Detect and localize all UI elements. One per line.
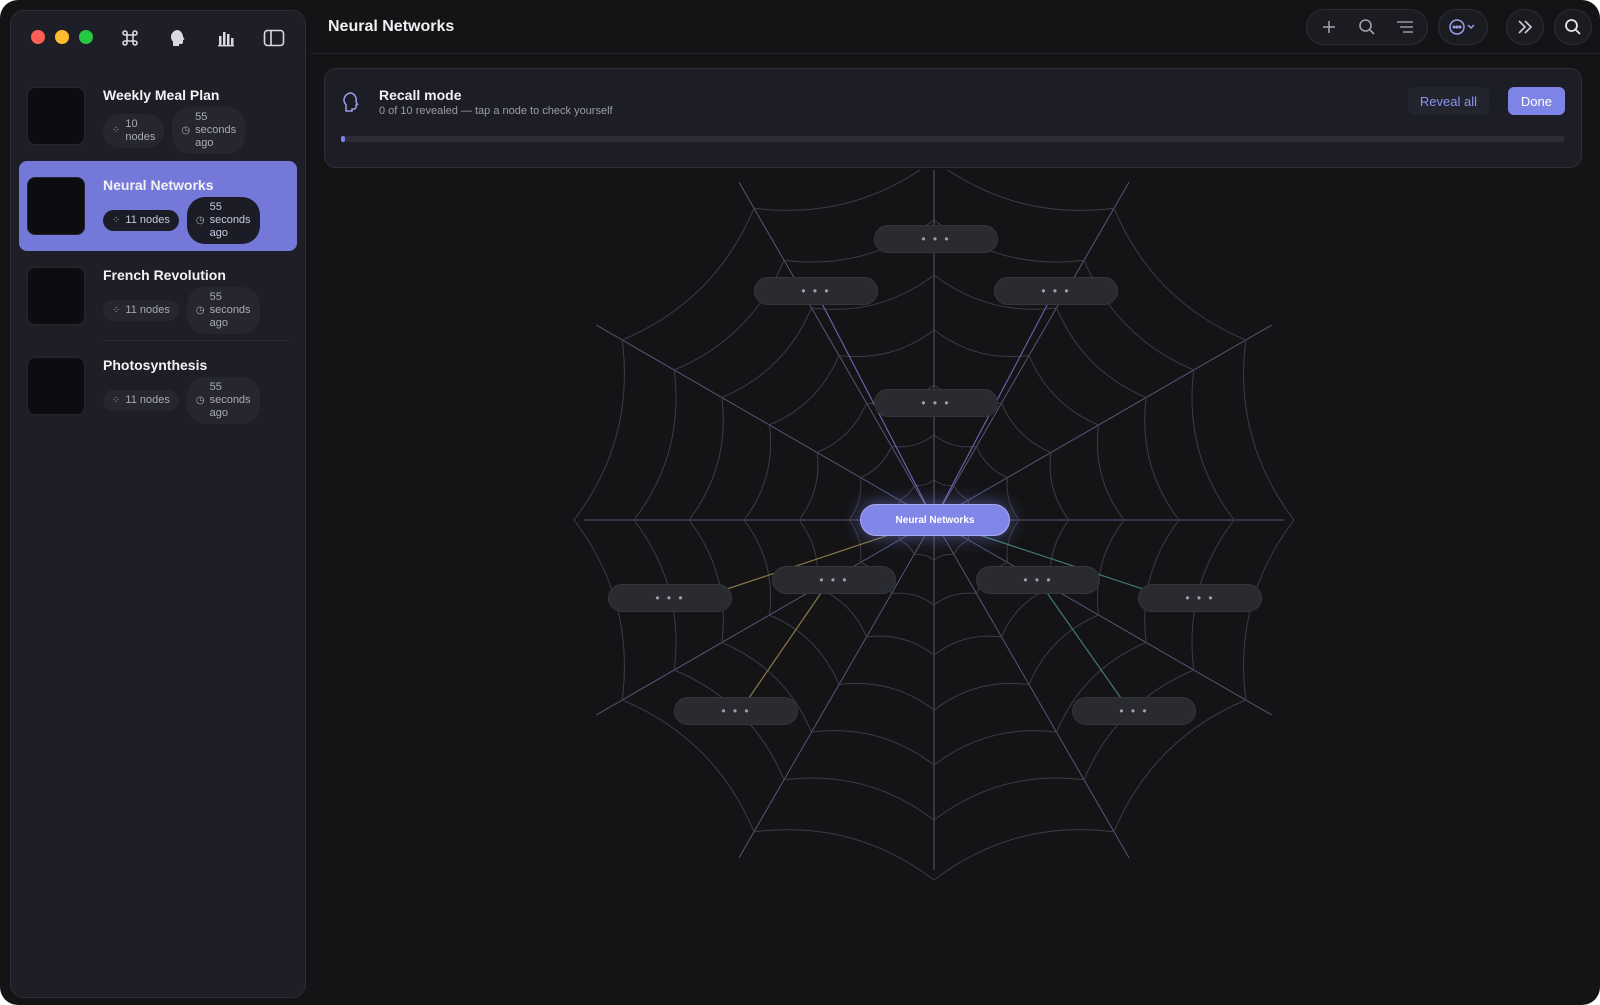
node-count-badge: ⁘ 11 nodes	[103, 210, 179, 231]
close-window-button[interactable]	[31, 30, 45, 44]
map-meta: ⁘ 11 nodes ◷ 55 seconds ago	[103, 287, 260, 334]
web-background	[573, 170, 1295, 881]
zoom-window-button[interactable]	[79, 30, 93, 44]
recall-progress-bar	[341, 136, 1565, 142]
map-thumbnail	[27, 177, 85, 235]
map-title: Weekly Meal Plan	[103, 87, 220, 103]
command-icon[interactable]	[117, 25, 143, 51]
brain-head-icon[interactable]	[165, 25, 191, 51]
recall-title: Recall mode	[379, 87, 462, 103]
node-count: 11 nodes	[125, 304, 170, 316]
search-icon[interactable]	[1559, 13, 1587, 41]
stats-icon[interactable]	[213, 25, 239, 51]
chevron-double-right-icon[interactable]	[1511, 13, 1539, 41]
nodes-icon: ⁘	[112, 215, 121, 226]
map-thumbnail	[27, 357, 85, 415]
time-suffix: ago	[209, 317, 228, 329]
node-count: 11 nodes	[125, 394, 170, 406]
time-unit: seconds	[195, 124, 237, 136]
hidden-node[interactable]: • • •	[772, 566, 896, 594]
map-title: Neural Networks	[103, 177, 214, 193]
find-button[interactable]	[1353, 13, 1381, 41]
mind-map-canvas[interactable]: • • • • • • • • • • • • • • • • • • • • …	[310, 170, 1600, 1005]
hidden-node[interactable]: • • •	[1138, 584, 1262, 612]
brain-head-icon	[341, 91, 363, 113]
nodes-icon: ⁘	[112, 125, 121, 136]
hidden-node[interactable]: • • •	[874, 389, 998, 417]
hidden-node[interactable]: • • •	[994, 277, 1118, 305]
app-window: Weekly Meal Plan ⁘ 10 nodes ◷ 55 seconds…	[0, 0, 1600, 1005]
time-value: 55	[209, 381, 222, 393]
time-unit: seconds	[209, 304, 251, 316]
map-meta: ⁘ 10 nodes ◷ 55 seconds ago	[103, 107, 246, 154]
updated-badge: ◷ 55 seconds ago	[172, 107, 246, 154]
clock-icon: ◷	[181, 125, 191, 136]
reveal-all-button[interactable]: Reveal all	[1407, 87, 1489, 115]
recall-panel: Recall mode 0 of 10 revealed — tap a nod…	[324, 68, 1582, 168]
edge-line	[739, 579, 831, 712]
map-thumbnail	[27, 267, 85, 325]
hidden-node[interactable]: • • •	[976, 566, 1100, 594]
updated-badge: ◷ 55 seconds ago	[186, 197, 260, 244]
page-title: Neural Networks	[328, 18, 455, 35]
sidebar-toolbar	[117, 25, 287, 51]
search-group	[1554, 9, 1592, 45]
recall-progress-fill	[341, 136, 345, 142]
node-count-badge: ⁘ 10 nodes	[103, 113, 165, 148]
time-value: 55	[209, 201, 222, 213]
add-node-button[interactable]	[1315, 13, 1343, 41]
sidebar: Weekly Meal Plan ⁘ 10 nodes ◷ 55 seconds…	[10, 10, 306, 998]
node-count-unit: nodes	[125, 130, 156, 143]
time-suffix: ago	[209, 227, 228, 239]
time-suffix: ago	[209, 407, 228, 419]
forward-group	[1506, 9, 1544, 45]
time-unit: seconds	[209, 394, 251, 406]
outline-button[interactable]	[1391, 13, 1419, 41]
map-title: French Revolution	[103, 267, 226, 283]
recall-subtitle: 0 of 10 revealed — tap a node to check y…	[379, 105, 613, 117]
time-value: 55	[195, 111, 208, 123]
toolbar: Neural Networks	[310, 0, 1600, 54]
center-node[interactable]: Neural Networks	[860, 504, 1010, 536]
sidebar-toggle-icon[interactable]	[261, 25, 287, 51]
node-count: 11 nodes	[125, 214, 170, 226]
updated-badge: ◷ 55 seconds ago	[186, 377, 260, 424]
node-count-badge: ⁘ 11 nodes	[103, 300, 179, 321]
node-count-value: 10	[125, 117, 138, 130]
hidden-node[interactable]: • • •	[674, 697, 798, 725]
nodes-icon: ⁘	[112, 395, 121, 406]
updated-badge: ◷ 55 seconds ago	[186, 287, 260, 334]
clock-icon: ◷	[195, 215, 205, 226]
time-unit: seconds	[209, 214, 251, 226]
hidden-node[interactable]: • • •	[874, 225, 998, 253]
time-suffix: ago	[195, 137, 214, 149]
hidden-node[interactable]: • • •	[754, 277, 878, 305]
map-title: Photosynthesis	[103, 357, 208, 373]
map-thumbnail	[27, 87, 85, 145]
minimize-window-button[interactable]	[55, 30, 69, 44]
nodes-icon: ⁘	[112, 305, 121, 316]
list-item[interactable]: Weekly Meal Plan ⁘ 10 nodes ◷ 55 seconds…	[19, 71, 297, 161]
list-item[interactable]: Photosynthesis ⁘ 11 nodes ◷ 55 seconds a…	[19, 341, 297, 431]
edit-tools-group	[1306, 9, 1428, 45]
map-meta: ⁘ 11 nodes ◷ 55 seconds ago	[103, 197, 260, 244]
window-controls	[31, 30, 93, 44]
hidden-node[interactable]: • • •	[608, 584, 732, 612]
time-value: 55	[209, 291, 222, 303]
list-item[interactable]: Neural Networks ⁘ 11 nodes ◷ 55 seconds …	[19, 161, 297, 251]
hidden-node[interactable]: • • •	[1072, 697, 1196, 725]
done-button[interactable]: Done	[1507, 87, 1565, 115]
node-count-badge: ⁘ 11 nodes	[103, 390, 179, 411]
clock-icon: ◷	[195, 395, 205, 406]
map-meta: ⁘ 11 nodes ◷ 55 seconds ago	[103, 377, 260, 424]
map-list: Weekly Meal Plan ⁘ 10 nodes ◷ 55 seconds…	[19, 71, 297, 431]
clock-icon: ◷	[195, 305, 205, 316]
more-options-button[interactable]	[1445, 13, 1481, 41]
list-item[interactable]: French Revolution ⁘ 11 nodes ◷ 55 second…	[19, 251, 297, 341]
edge-line	[1037, 579, 1131, 712]
more-menu-group	[1438, 9, 1488, 45]
